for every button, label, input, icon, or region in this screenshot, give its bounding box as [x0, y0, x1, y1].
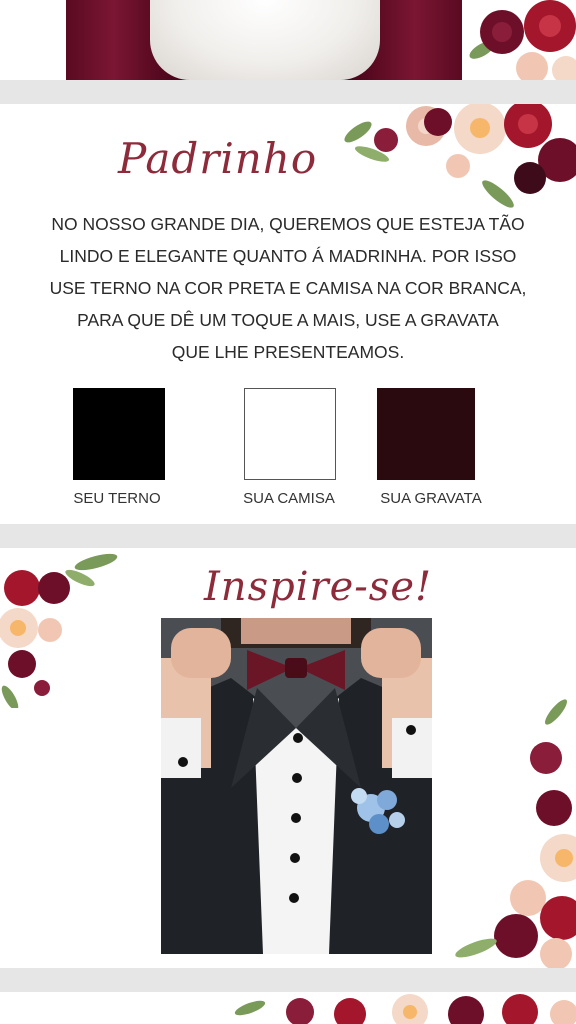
swatch-label-camisa: SUA CAMISA [243, 490, 335, 507]
floral-decoration-inspire-left [0, 553, 118, 708]
floral-decoration-padrinho [344, 104, 576, 208]
bottom-card [0, 992, 576, 1024]
floral-decoration-top-right [469, 0, 576, 80]
floral-decoration-inspire-right [455, 699, 576, 968]
message-line: USE TERNO NA COR PRETA E CAMISA NA COR B… [49, 278, 527, 298]
message-line: LINDO E ELEGANTE QUANTO Á MADRINHA. POR … [59, 246, 517, 266]
padrinho-title: Padrinho [118, 134, 318, 183]
padrinho-message: NO NOSSO GRANDE DIA, QUEREMOS QUE ESTEJA… [14, 208, 562, 368]
groom-inspiration-photo [161, 618, 432, 954]
swatch-terno [73, 388, 165, 480]
inspire-card: Inspire-se! [0, 548, 576, 968]
swatch-label-gravata: SUA GRAVATA [380, 490, 482, 507]
message-line: QUE LHE PRESENTEAMOS. [171, 342, 405, 362]
floral-decoration-bottom [234, 994, 576, 1024]
groom-photo-illustration [161, 618, 432, 954]
message-line: NO NOSSO GRANDE DIA, QUEREMOS QUE ESTEJA… [51, 214, 525, 234]
inspire-title: Inspire-se! [204, 564, 433, 610]
swatch-label-terno: SEU TERNO [73, 490, 161, 507]
padrinho-card: Padrinho NO NOSSO GRANDE DIA, QUEREMOS Q… [0, 104, 576, 524]
message-line: PARA QUE DÊ UM TOQUE A MAIS, USE A GRAVA… [77, 310, 499, 330]
wedding-photo-dress [150, 0, 380, 80]
swatch-gravata [377, 388, 475, 480]
top-photo-card [0, 0, 576, 80]
swatch-camisa [244, 388, 336, 480]
